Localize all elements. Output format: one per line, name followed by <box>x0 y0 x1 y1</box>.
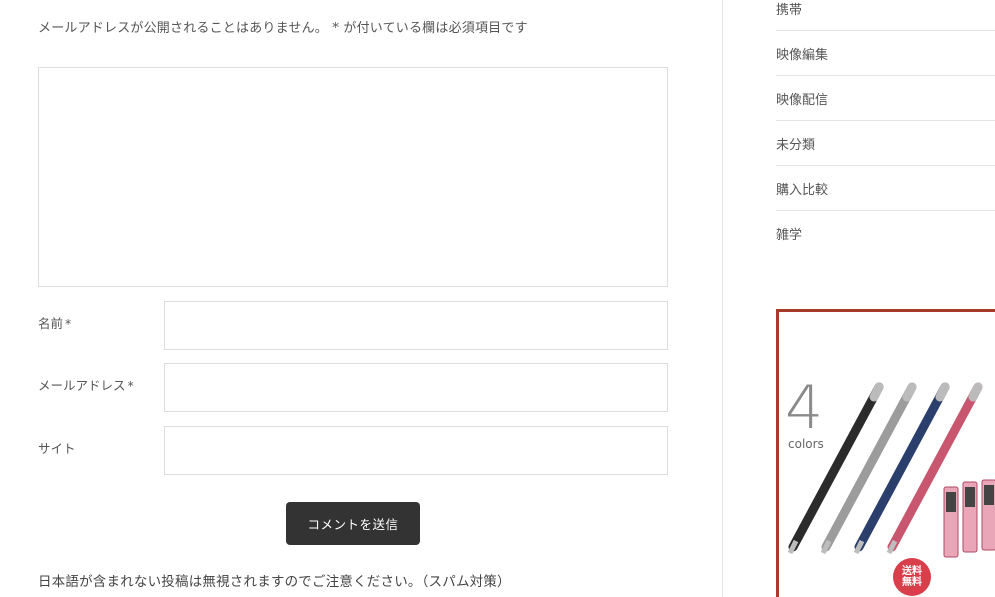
name-label-text: 名前 <box>38 316 64 331</box>
spam-notice: 日本語が含まれない投稿は無視されますのでご注意ください。（スパム対策） <box>38 574 511 590</box>
free-shipping-badge: 送料 無料 <box>893 558 931 596</box>
badge-line-2: 無料 <box>902 577 922 588</box>
sidebar-divider <box>722 0 723 597</box>
website-input[interactable] <box>164 426 668 475</box>
website-field-label: サイト <box>38 438 76 457</box>
required-fields-notice: メールアドレスが公開されることはありません。 * が付いている欄は必須項目です <box>38 21 528 36</box>
category-link[interactable]: 映像編集 <box>776 44 828 63</box>
required-mark: * <box>127 378 134 393</box>
category-link[interactable]: 雑学 <box>776 224 802 243</box>
comment-textarea[interactable] <box>38 67 668 287</box>
email-label-text: メールアドレス <box>38 378 126 393</box>
category-item-uncategorized[interactable]: 未分類 <box>776 121 995 166</box>
website-label-text: サイト <box>38 441 76 456</box>
category-item-video-streaming[interactable]: 映像配信 <box>776 76 995 121</box>
email-input[interactable] <box>164 363 668 412</box>
pencil-cap <box>869 382 884 402</box>
badge-line-1: 送料 <box>902 566 922 577</box>
ad-colors-label: colors <box>788 437 824 451</box>
ad-color-count: 4 <box>785 373 824 443</box>
category-link[interactable]: 携帯 <box>776 0 802 18</box>
category-link[interactable]: 未分類 <box>776 134 815 153</box>
required-mark: * <box>65 316 72 331</box>
pencil-cap <box>902 382 917 402</box>
category-item-video-editing[interactable]: 映像編集 <box>776 31 995 76</box>
mechanical-pencil-image <box>787 382 995 558</box>
category-list: 携帯 映像編集 映像配信 未分類 購入比較 雑学 <box>776 0 995 256</box>
pencil-cap <box>935 382 950 402</box>
category-link[interactable]: 購入比較 <box>776 179 828 198</box>
product-ad-banner[interactable]: 4 colors 送料 無料 <box>776 309 995 597</box>
email-field-label: メールアドレス * <box>38 375 134 394</box>
category-item-trivia[interactable]: 雑学 <box>776 211 995 256</box>
name-field-label: 名前 * <box>38 313 71 332</box>
submit-comment-button[interactable]: コメントを送信 <box>286 502 420 545</box>
category-item-mobile[interactable]: 携帯 <box>776 0 995 31</box>
pencil-cap <box>968 382 983 402</box>
category-item-purchase-comparison[interactable]: 購入比較 <box>776 166 995 211</box>
category-link[interactable]: 映像配信 <box>776 89 828 108</box>
name-input[interactable] <box>164 301 668 350</box>
